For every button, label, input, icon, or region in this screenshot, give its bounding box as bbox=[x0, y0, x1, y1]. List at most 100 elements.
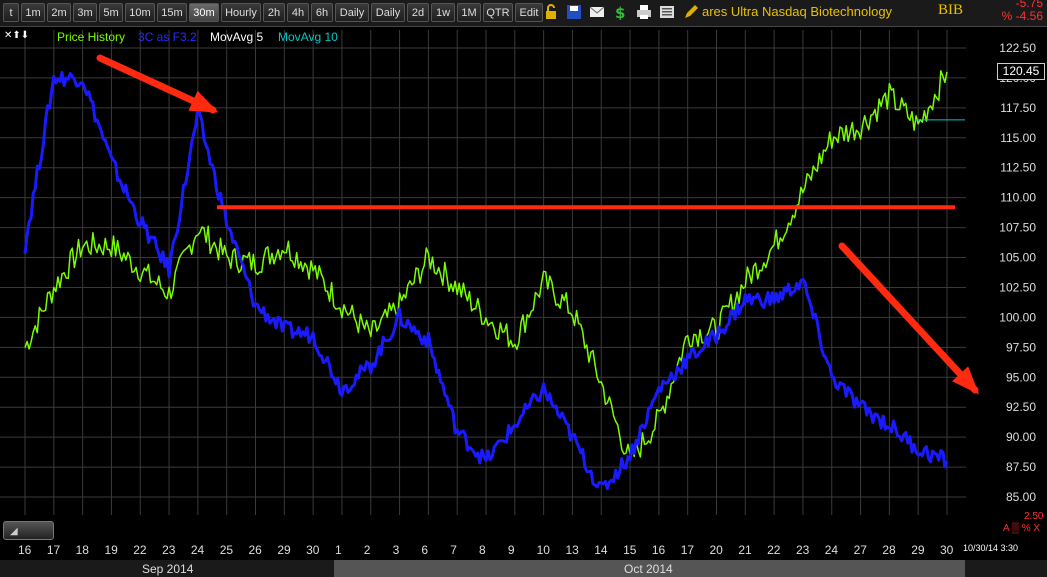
legend-mov5[interactable]: MovAvg 5 bbox=[210, 30, 263, 44]
legend-controls-icon[interactable]: ✕⬆⬇ bbox=[4, 30, 29, 41]
timeframe-button-8[interactable]: Hourly bbox=[221, 3, 261, 22]
y-tick-label: 95.00 bbox=[1006, 370, 1036, 384]
data-point bbox=[629, 454, 631, 456]
data-point bbox=[543, 281, 545, 283]
down-arrow-sep bbox=[96, 54, 219, 114]
y-tick-label: 122.50 bbox=[999, 41, 1036, 55]
data-point bbox=[312, 269, 314, 271]
day-label: 23 bbox=[795, 543, 810, 557]
data-point bbox=[889, 95, 891, 97]
timeframe-button-18[interactable]: Edit bbox=[515, 3, 543, 22]
chart-area: 122.50120.00117.50115.00112.50110.00107.… bbox=[0, 30, 1036, 515]
data-point bbox=[600, 490, 602, 492]
day-label: 9 bbox=[507, 543, 515, 557]
scroll-grip-icon: ◢ bbox=[10, 526, 18, 537]
timeframe-button-12[interactable]: Daily bbox=[335, 3, 369, 22]
data-point bbox=[341, 305, 343, 307]
timeframe-button-7[interactable]: 30m bbox=[189, 3, 219, 22]
day-label: 18 bbox=[75, 543, 89, 557]
data-point bbox=[53, 77, 55, 79]
data-point bbox=[399, 317, 401, 319]
legend-price-history[interactable]: Price History bbox=[57, 30, 125, 44]
day-label: 3 bbox=[392, 543, 400, 557]
timeframe-button-3[interactable]: 3m bbox=[73, 3, 97, 22]
data-point bbox=[284, 245, 286, 247]
indicator-controls[interactable]: A ▒ % X bbox=[1003, 523, 1040, 534]
data-point bbox=[658, 418, 660, 420]
day-label: 13 bbox=[565, 543, 579, 557]
data-point bbox=[773, 299, 775, 301]
y-tick-label: 97.50 bbox=[1006, 340, 1036, 354]
y-tick-label: 110.00 bbox=[1000, 191, 1036, 205]
lock-icon[interactable] bbox=[543, 4, 559, 20]
indicator-value: 2.50 bbox=[1024, 511, 1044, 522]
day-label: 16 bbox=[18, 543, 32, 557]
data-point bbox=[485, 317, 487, 319]
dollar-icon[interactable]: $ bbox=[612, 4, 628, 22]
data-point bbox=[572, 436, 574, 438]
data-point bbox=[572, 311, 574, 313]
day-label: 29 bbox=[911, 543, 925, 557]
data-point bbox=[255, 305, 257, 307]
data-point bbox=[168, 293, 170, 295]
day-label: 29 bbox=[277, 543, 291, 557]
print-icon[interactable] bbox=[636, 4, 652, 20]
timeframe-button-11[interactable]: 6h bbox=[311, 3, 333, 22]
data-point bbox=[139, 221, 141, 223]
data-point bbox=[24, 347, 26, 349]
day-label: 19 bbox=[104, 543, 118, 557]
y-tick-label: 102.50 bbox=[999, 280, 1036, 294]
legend-mov10[interactable]: MovAvg 10 bbox=[278, 30, 338, 44]
data-point bbox=[745, 299, 747, 301]
data-point bbox=[831, 137, 833, 139]
timeframe-button-17[interactable]: QTR bbox=[483, 3, 513, 22]
month-label-sep: Sep 2014 bbox=[142, 562, 194, 576]
timeframe-button-4[interactable]: 5m bbox=[99, 3, 123, 22]
data-point bbox=[658, 388, 660, 390]
day-label: 26 bbox=[248, 543, 262, 557]
timestamp: 10/30/14 3:30 bbox=[963, 543, 1019, 553]
timeframe-button-6[interactable]: 15m bbox=[157, 3, 187, 22]
day-label: 10 bbox=[536, 543, 550, 557]
data-point bbox=[543, 388, 545, 390]
legend-indicator[interactable]: 3C as F3.2 bbox=[138, 30, 197, 44]
list-icon[interactable] bbox=[659, 4, 675, 20]
timeframe-button-13[interactable]: Daily bbox=[371, 3, 405, 22]
day-label: 25 bbox=[219, 543, 234, 557]
timeframe-button-5[interactable]: 10m bbox=[125, 3, 155, 22]
y-tick-label: 90.00 bbox=[1006, 430, 1036, 444]
data-point bbox=[456, 430, 458, 432]
pencil-icon[interactable] bbox=[683, 4, 699, 20]
data-point bbox=[255, 263, 257, 265]
timeframe-button-16[interactable]: 1M bbox=[457, 3, 481, 22]
data-point bbox=[773, 245, 775, 247]
save-icon[interactable] bbox=[566, 4, 582, 20]
data-point bbox=[745, 281, 747, 283]
timeframe-button-10[interactable]: 4h bbox=[287, 3, 309, 22]
timeframe-button-9[interactable]: 2h bbox=[263, 3, 285, 22]
timeframe-button-2[interactable]: 2m bbox=[47, 3, 71, 22]
data-point bbox=[370, 335, 372, 337]
day-label: 30 bbox=[306, 543, 320, 557]
chart-scrollbar[interactable]: ◢ bbox=[3, 521, 54, 540]
data-point bbox=[716, 335, 718, 337]
day-label: 23 bbox=[162, 543, 176, 557]
data-point bbox=[111, 245, 113, 247]
data-point bbox=[860, 406, 862, 408]
timeframe-button-1[interactable]: 1m bbox=[21, 3, 45, 22]
mail-icon[interactable] bbox=[589, 4, 605, 20]
data-point bbox=[687, 359, 689, 361]
timeframe-button-15[interactable]: 1w bbox=[431, 3, 455, 22]
timeframe-button-0[interactable]: t bbox=[3, 3, 19, 22]
day-label: 28 bbox=[882, 543, 896, 557]
y-tick-label: 85.00 bbox=[1006, 490, 1036, 504]
timeframe-button-14[interactable]: 2d bbox=[407, 3, 429, 22]
data-point bbox=[312, 335, 314, 337]
y-tick-label: 107.50 bbox=[999, 221, 1036, 235]
data-point bbox=[111, 161, 113, 163]
data-point bbox=[831, 376, 833, 378]
data-point bbox=[197, 227, 199, 229]
data-point bbox=[946, 71, 948, 73]
symbol: BIB bbox=[938, 2, 964, 18]
data-point bbox=[24, 245, 26, 247]
